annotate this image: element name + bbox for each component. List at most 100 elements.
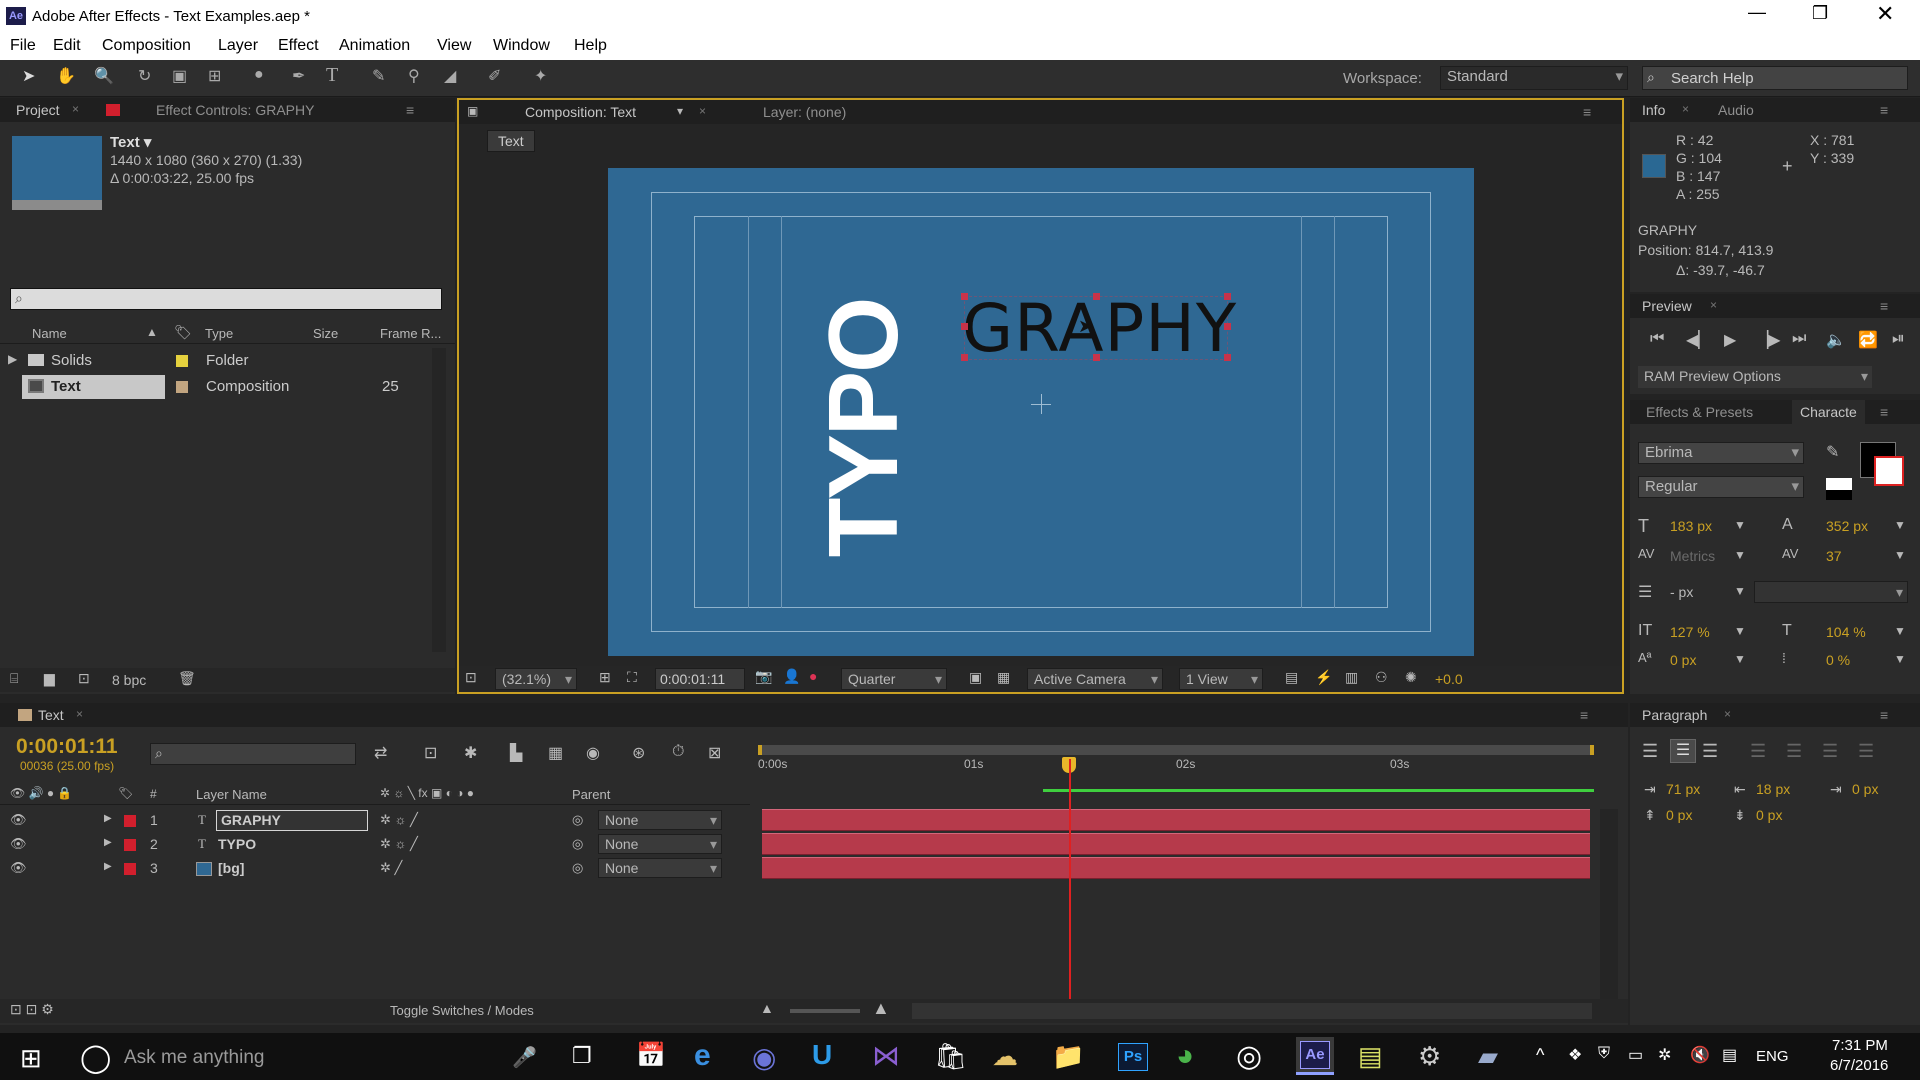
leading-value[interactable]: 352 px <box>1826 518 1868 534</box>
always-preview-icon[interactable]: ⊡ <box>465 669 477 686</box>
menu-file[interactable]: File <box>10 37 36 55</box>
timeline-timecode[interactable]: 0:00:01:11 <box>16 735 118 759</box>
snapshot-icon[interactable]: 📷 <box>755 668 772 685</box>
justify-all-icon[interactable]: ☰ <box>1858 741 1874 762</box>
parent-dropdown[interactable]: None <box>598 810 722 830</box>
tray-chevron-icon[interactable]: ^ <box>1536 1045 1544 1066</box>
layer-row[interactable]: 👁 ▶ 2 T TYPO ✲ ☼ ╱ ◎ None <box>0 833 755 857</box>
align-right-icon[interactable]: ☰ <box>1702 741 1718 762</box>
timeline-hscrollbar[interactable] <box>912 1003 1592 1019</box>
zoom-tool-icon[interactable]: 🔍 <box>94 66 114 86</box>
roto-brush-icon[interactable]: ✐ <box>488 66 501 86</box>
clone-tool-icon[interactable]: ⚲ <box>408 66 420 86</box>
eye-icon[interactable]: 👁 <box>10 836 27 852</box>
menu-effect[interactable]: Effect <box>278 37 319 55</box>
timeline-icon[interactable]: ▥ <box>1345 669 1358 686</box>
eye-icon[interactable]: 👁 <box>10 860 27 876</box>
view-layout-dropdown[interactable]: 1 View <box>1179 668 1263 690</box>
selection-tool-icon[interactable]: ➤ <box>22 66 35 86</box>
expand-arrow-icon[interactable]: ▶ <box>104 813 112 824</box>
layer-handle[interactable] <box>1224 293 1231 300</box>
restore-icon[interactable]: ❐ <box>1812 3 1828 24</box>
hide-shy-layers-icon[interactable]: ✱ <box>464 743 477 763</box>
column-frame-rate[interactable]: Frame R... <box>380 326 441 341</box>
justify-last-left-icon[interactable]: ☰ <box>1750 741 1766 762</box>
kerning-value[interactable]: Metrics <box>1670 548 1715 564</box>
align-center-icon[interactable]: ☰ <box>1670 739 1696 763</box>
horizontal-scale-value[interactable]: 104 % <box>1826 624 1866 640</box>
channel-icon[interactable]: ● <box>809 668 817 684</box>
fast-previews-icon[interactable]: ⚡ <box>1315 669 1332 686</box>
project-scrollbar[interactable] <box>432 348 446 652</box>
comp-mini-flowchart-icon[interactable]: ⇄ <box>374 743 387 763</box>
justify-last-right-icon[interactable]: ☰ <box>1822 741 1838 762</box>
tray-shield-icon[interactable]: ⛨ <box>1598 1045 1610 1063</box>
chrome-icon[interactable]: ◕ <box>1176 1039 1194 1073</box>
brainstorm-icon[interactable]: ◉ <box>586 743 600 763</box>
layer-handle[interactable] <box>1093 293 1100 300</box>
ram-preview-icon[interactable]: ⏯ <box>1892 330 1905 348</box>
tab-audio[interactable]: Audio <box>1710 98 1762 122</box>
microphone-icon[interactable]: 🎤 <box>512 1045 537 1070</box>
type-tool-icon[interactable]: T <box>326 64 338 87</box>
pen-tool-icon[interactable]: ✒ <box>292 66 305 86</box>
black-white-swatch[interactable] <box>1826 478 1852 500</box>
clock-date[interactable]: 6/7/2016 <box>1830 1057 1888 1074</box>
current-time-field[interactable]: 0:00:01:11 <box>655 668 745 690</box>
comp-viewer[interactable]: TYPO GRAPHY ➤ <box>608 168 1474 656</box>
pick-whip-icon[interactable]: ◎ <box>572 860 583 876</box>
tab-paragraph[interactable]: Paragraph <box>1634 703 1715 727</box>
prev-frame-icon[interactable]: ◀▏ <box>1686 330 1711 350</box>
last-frame-icon[interactable]: ⏭ <box>1792 330 1806 348</box>
rotate-tool-icon[interactable]: ↻ <box>138 66 151 86</box>
loop-icon[interactable]: 🔁 <box>1858 330 1878 350</box>
layer-duration-bar[interactable] <box>762 833 1590 855</box>
exposure-value[interactable]: +0.0 <box>1435 671 1463 687</box>
layer-name[interactable]: TYPO <box>218 836 256 852</box>
label-column-icon[interactable]: 🏷 <box>174 324 192 341</box>
panel-menu-icon[interactable]: ≡ <box>1880 102 1888 118</box>
tray-dropbox-icon[interactable]: ❖ <box>1568 1045 1582 1065</box>
search-help-field[interactable]: ⌕ Search Help <box>1642 66 1908 90</box>
frame-blending-icon[interactable]: ▙ <box>510 743 522 763</box>
layer-duration-bar[interactable] <box>762 857 1590 879</box>
motion-blur-icon[interactable]: ▦ <box>548 743 563 763</box>
shape-tool-icon[interactable]: ● <box>254 66 264 84</box>
column-type[interactable]: Type <box>205 326 233 341</box>
tab-character[interactable]: Characte <box>1792 400 1865 424</box>
pick-whip-icon[interactable]: ◎ <box>572 812 583 828</box>
clock-time[interactable]: 7:31 PM <box>1832 1037 1888 1054</box>
panel-menu-icon[interactable]: ≡ <box>1880 404 1888 420</box>
panel-menu-icon[interactable]: ≡ <box>1580 707 1588 723</box>
close-icon[interactable]: × <box>699 104 706 118</box>
eye-icon[interactable]: 👁 <box>10 812 27 828</box>
column-size[interactable]: Size <box>313 326 338 341</box>
trash-icon[interactable]: 🗑 <box>178 670 196 687</box>
region-of-interest-icon[interactable]: ▣ <box>969 669 982 686</box>
obs-icon[interactable]: ◎ <box>1236 1039 1262 1074</box>
menu-help[interactable]: Help <box>574 37 607 55</box>
layer-duration-bar[interactable] <box>762 809 1590 831</box>
toggle-switches-modes[interactable]: Toggle Switches / Modes <box>390 1003 534 1018</box>
after-effects-icon[interactable]: Ae <box>1296 1037 1334 1075</box>
menu-animation[interactable]: Animation <box>339 37 410 55</box>
chevron-down-icon[interactable]: ▾ <box>677 104 683 118</box>
project-search-input[interactable]: ⌕ <box>10 288 442 310</box>
menu-layer[interactable]: Layer <box>218 37 258 55</box>
timeline-vscrollbar[interactable] <box>1600 809 1618 999</box>
draft-3d-icon[interactable]: ⊡ <box>424 743 437 763</box>
cortana-icon[interactable]: ◯ <box>80 1041 111 1074</box>
close-icon[interactable]: × <box>72 102 79 116</box>
close-icon[interactable]: ✕ <box>1876 1 1894 27</box>
eyedropper-icon[interactable]: ✎ <box>1826 442 1839 462</box>
minimize-icon[interactable]: — <box>1748 2 1766 23</box>
ram-preview-options-dropdown[interactable]: RAM Preview Options <box>1638 366 1872 388</box>
layer-row[interactable]: 👁 ▶ 1 T GRAPHY ✲ ☼ ╱ ◎ None <box>0 809 755 833</box>
grid-icon[interactable]: ⊞ <box>599 669 611 686</box>
layer-row[interactable]: 👁 ▶ 3 [bg] ✲ ╱ ◎ None <box>0 857 755 881</box>
indent-left-value[interactable]: 71 px <box>1666 781 1700 797</box>
resolution-dropdown[interactable]: Quarter <box>841 668 947 690</box>
layer-name-field[interactable]: GRAPHY <box>216 810 368 831</box>
layer-handle[interactable] <box>961 354 968 361</box>
font-family-dropdown[interactable]: Ebrima <box>1638 442 1804 464</box>
